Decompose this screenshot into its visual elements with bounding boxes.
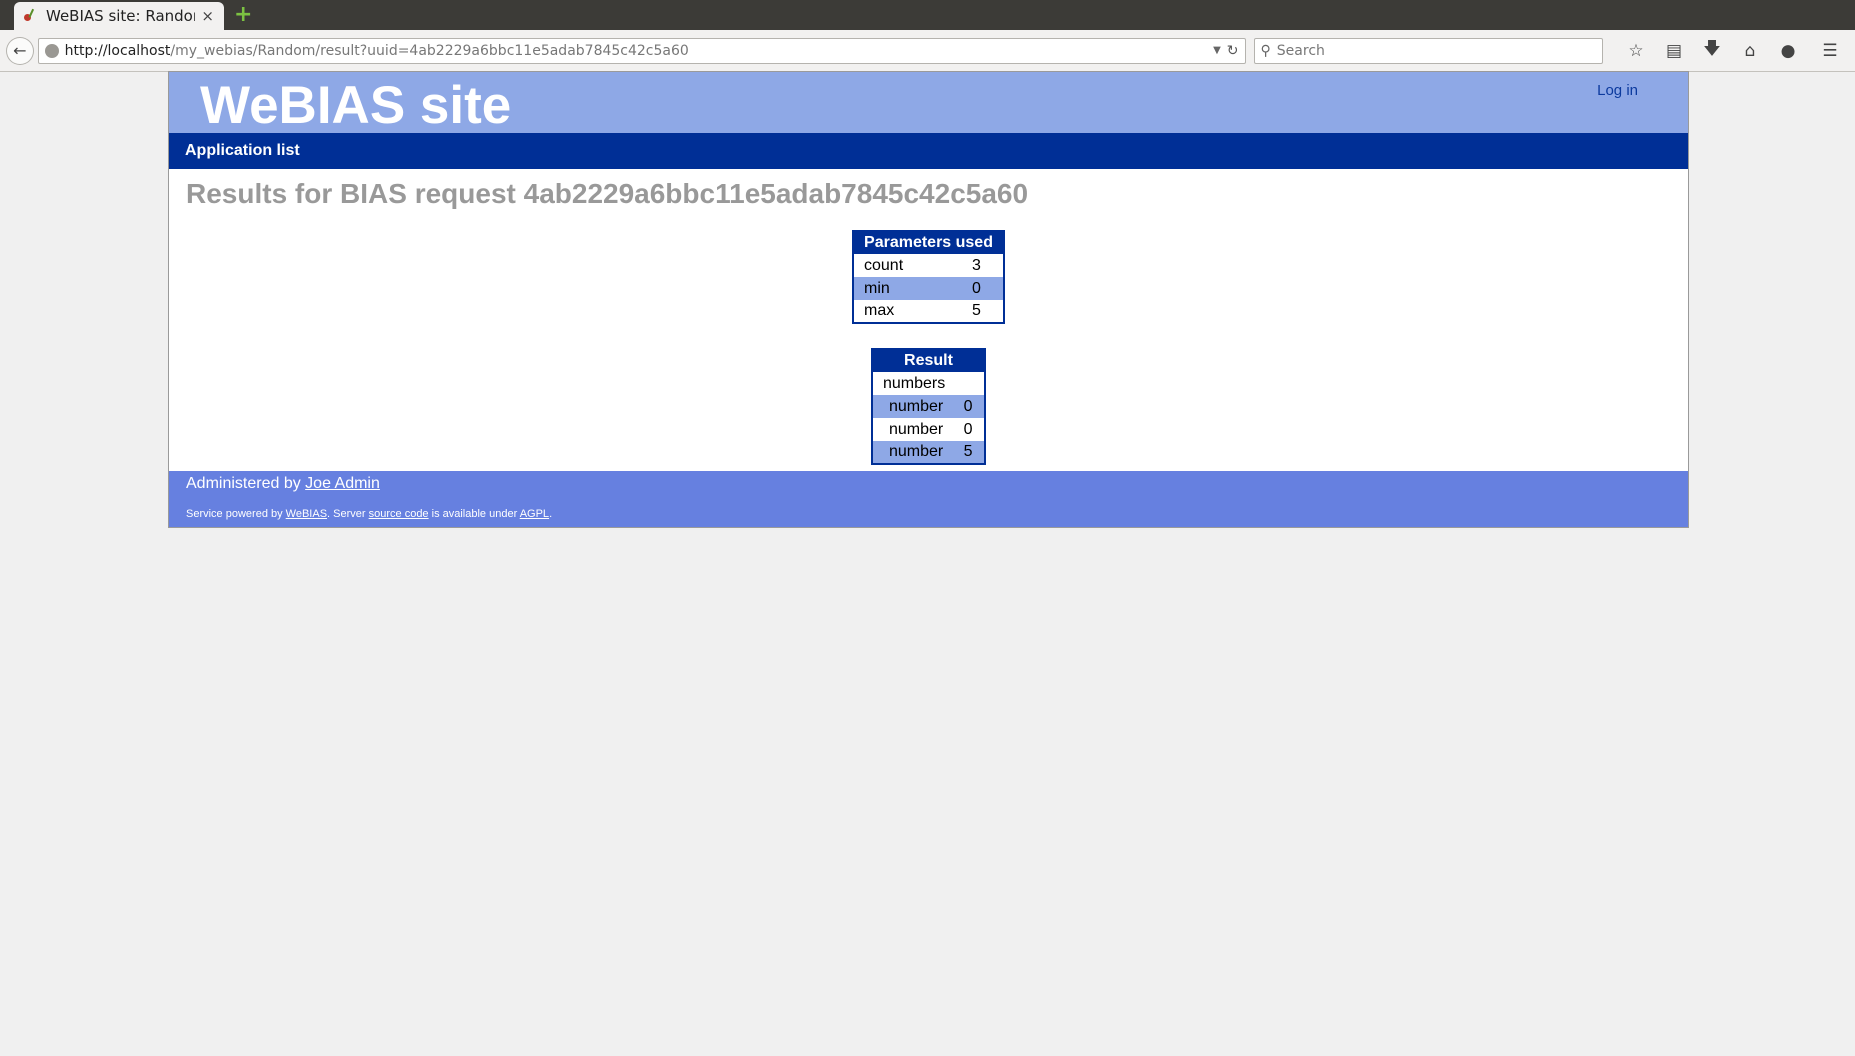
agpl-link[interactable]: AGPL [520,508,549,520]
result-group-label: numbers [883,374,946,392]
result-name: number [889,420,944,438]
tab-title: WeBIAS site: Random [46,7,196,25]
menu-icon[interactable]: ☰ [1811,41,1849,61]
close-tab-icon[interactable]: × [201,7,214,25]
result-row: number 5 [872,441,985,464]
reading-list-icon[interactable]: ▤ [1655,41,1693,61]
result-group-row: numbers [872,372,985,395]
reload-icon[interactable]: ↻ [1227,43,1239,59]
result-name: number [872,395,958,418]
main-content: Results for BIAS request 4ab2229a6bbc11e… [169,169,1688,471]
site-title: WeBIAS site [200,76,512,135]
source-code-link[interactable]: source code [369,508,429,520]
url-bar[interactable]: http://localhost/my_webias/Random/result… [37,37,1246,64]
result-table: Result numbers number 0 number 0 number … [871,348,986,465]
parameter-row: count 3 [853,254,1004,277]
url-text[interactable]: http://localhost/my_webias/Random/result… [65,43,1207,59]
back-button[interactable]: ← [6,36,34,65]
result-value: 0 [957,395,985,418]
powered-text: Service powered by [186,508,283,520]
webias-link[interactable]: WeBIAS [286,508,327,520]
parameter-name: count [864,256,904,274]
url-host: http://localhost [64,42,171,59]
url-dropdown-icon[interactable]: ▼ [1213,45,1221,56]
result-value: 0 [963,420,973,438]
powered-text: . [549,508,553,520]
parameters-table: Parameters used count 3 min 0 max 5 [852,230,1005,324]
search-icon: ⚲ [1260,42,1271,59]
parameter-value: 5 [972,302,981,319]
admin-link[interactable]: Joe Admin [305,475,380,492]
administered-by: Administered by Joe Admin [186,475,1671,493]
bookmark-star-icon[interactable]: ☆ [1617,41,1655,61]
result-heading: Result [872,349,985,372]
webias-page: WeBIAS site Log in Application list Resu… [168,71,1689,528]
site-info-icon[interactable] [44,43,59,58]
parameters-heading: Parameters used [853,231,1004,254]
new-tab-icon[interactable]: + [234,4,252,26]
parameter-value: 0 [962,277,1004,300]
admin-prefix: Administered by [186,475,301,492]
browser-tab-bar: WeBIAS site: Random × + [0,0,1855,30]
browser-tab[interactable]: WeBIAS site: Random × [14,2,224,30]
result-row: number 0 [872,395,985,418]
search-bar[interactable]: ⚲ Search [1253,37,1603,64]
back-arrow-icon: ← [13,41,27,60]
application-list-link[interactable]: Application list [185,142,300,160]
browser-navigation-bar: ← http://localhost/my_webias/Random/resu… [0,30,1855,72]
parameter-value: 3 [972,256,981,274]
result-name: number [872,441,958,464]
parameter-row: max 5 [853,300,1004,323]
powered-by-text: Service powered by WeBIAS. Server source… [186,508,1671,520]
search-input[interactable]: Search [1277,43,1325,59]
url-path: /my_webias/Random/result?uuid=4ab2229a6b… [170,42,689,59]
login-link[interactable]: Log in [1597,82,1638,99]
site-footer: Administered by Joe Admin Service powere… [169,471,1688,527]
site-header: WeBIAS site Log in [169,72,1688,135]
download-icon[interactable]: 🡇 [1693,36,1731,65]
app-nav-bar: Application list [169,133,1688,169]
page-title: Results for BIAS request 4ab2229a6bbc11e… [186,178,1029,209]
result-value: 5 [957,441,985,464]
parameter-name: min [853,277,962,300]
cherry-favicon-icon [24,9,38,23]
home-icon[interactable]: ⌂ [1731,41,1769,61]
result-row: number 0 [872,418,985,441]
chat-icon[interactable]: ● [1769,41,1807,61]
parameter-name: max [864,302,895,319]
powered-text: is available under [431,508,518,520]
toolbar-icons: ☆ ▤ 🡇 ⌂ ● ☰ [1617,36,1849,65]
parameter-row: min 0 [853,277,1004,300]
powered-text: . Server [327,508,366,520]
